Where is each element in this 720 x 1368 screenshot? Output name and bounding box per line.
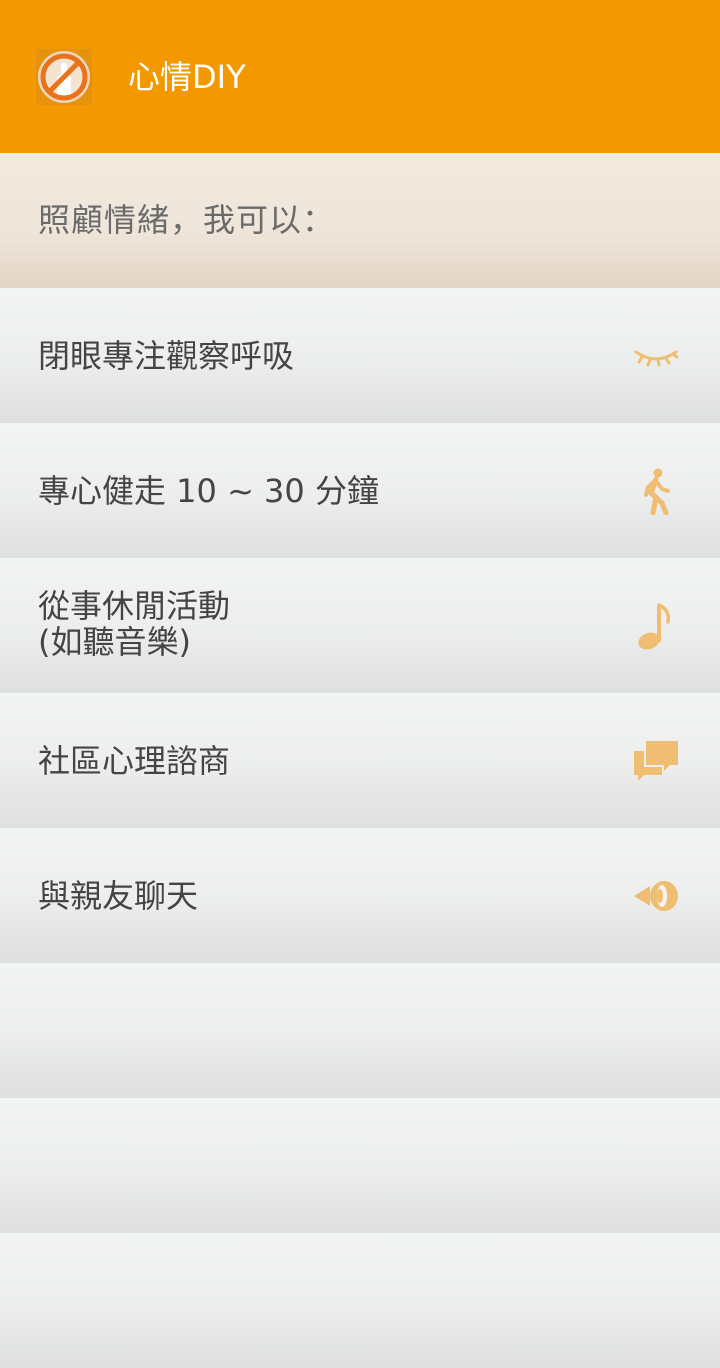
list-item-label-line: (如聽音樂) <box>38 623 191 661</box>
list-item-chat-with-friends[interactable]: 與親友聊天 <box>0 828 720 963</box>
list-item-closed-eye-breathing[interactable]: 閉眼專注觀察呼吸 <box>0 288 720 423</box>
list-item-leisure-activity[interactable]: 從事休閒活動 (如聽音樂) <box>0 558 720 693</box>
list-item-label-line: 從事休閒活動 <box>38 587 231 625</box>
app-bar: 心情DIY <box>0 0 720 153</box>
list-item-empty <box>0 1098 720 1233</box>
list-item-label: 閉眼專注觀察呼吸 <box>38 336 295 375</box>
app-title: 心情DIY <box>128 58 246 96</box>
list-item-label: 與親友聊天 <box>38 876 199 915</box>
list-item-empty <box>0 1233 720 1368</box>
closed-eye-icon <box>632 332 680 380</box>
chat-bubbles-icon <box>632 737 680 785</box>
no-bottle-icon[interactable] <box>36 49 92 105</box>
list-item-label: 專心健走 10 ~ 30 分鐘 <box>38 471 379 510</box>
list-item-label: 社區心理諮商 <box>38 741 231 780</box>
speaking-icon <box>632 872 680 920</box>
list-item-brisk-walk[interactable]: 專心健走 10 ~ 30 分鐘 <box>0 423 720 558</box>
section-header-text: 照顧情緒，我可以： <box>38 201 336 239</box>
list-item-empty <box>0 963 720 1098</box>
list-item-counseling[interactable]: 社區心理諮商 <box>0 693 720 828</box>
walking-person-icon <box>632 467 680 515</box>
music-note-icon <box>632 602 680 650</box>
list-item-label: 從事休閒活動 (如聽音樂) <box>38 588 230 660</box>
